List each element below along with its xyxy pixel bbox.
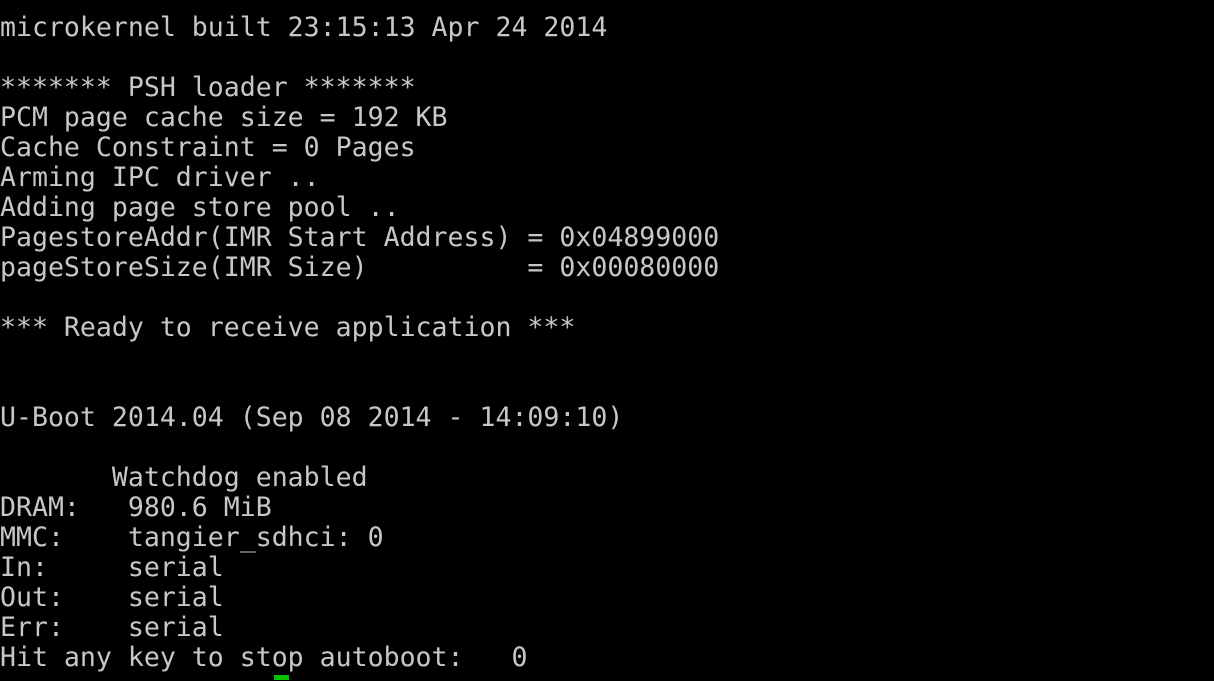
console-output-text: microkernel built 23:15:13 Apr 24 2014 *… [0,13,1214,673]
text-cursor [274,675,289,680]
console-line: *** Ready to receive application *** [0,312,576,343]
console-line: PagestoreAddr(IMR Start Address) = 0x048… [0,222,720,253]
console-line: Out: serial [0,582,224,613]
console-line: MMC: tangier_sdhci: 0 [0,522,384,553]
serial-console-terminal[interactable]: microkernel built 23:15:13 Apr 24 2014 *… [0,0,1214,681]
console-line: Watchdog enabled [0,462,368,493]
console-line: Adding page store pool .. [0,192,400,223]
console-line: Cache Constraint = 0 Pages [0,132,416,163]
console-line: Hit any key to stop autoboot: 0 [0,642,528,673]
console-line: PCM page cache size = 192 KB [0,102,448,133]
console-line: In: serial [0,552,224,583]
console-line: DRAM: 980.6 MiB [0,492,272,523]
console-line: pageStoreSize(IMR Size) = 0x00080000 [0,252,720,283]
console-line: microkernel built 23:15:13 Apr 24 2014 [0,12,608,43]
console-line: ******* PSH loader ******* [0,72,416,103]
console-line: Err: serial [0,612,224,643]
console-line: Arming IPC driver .. [0,162,320,193]
console-line: U-Boot 2014.04 (Sep 08 2014 - 14:09:10) [0,402,624,433]
